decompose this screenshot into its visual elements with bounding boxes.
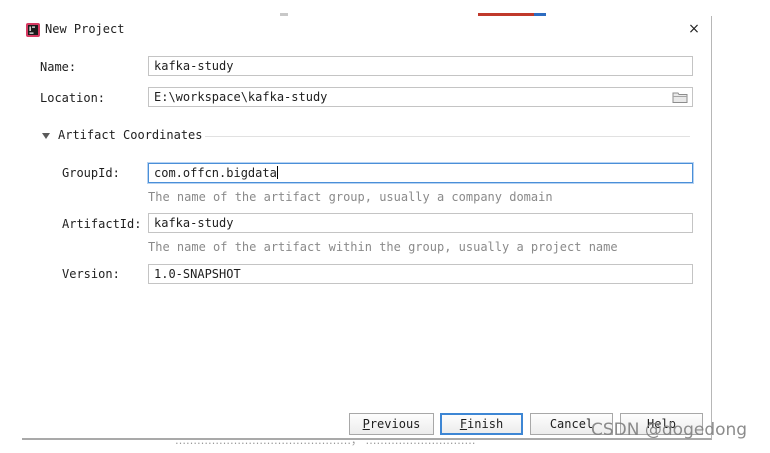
finish-mnemonic: F <box>459 417 468 431</box>
artifactid-input[interactable]: kafka-study <box>148 213 693 233</box>
groupid-input-value: com.offcn.bigdata <box>154 166 277 180</box>
groupid-label: GroupId: <box>62 166 120 180</box>
finish-label: inish <box>467 417 504 431</box>
version-input-value: 1.0-SNAPSHOT <box>154 267 241 281</box>
location-input[interactable]: E:\workspace\kafka-study <box>148 87 693 107</box>
text-caret <box>276 166 278 179</box>
csdn-watermark: CSDN @dogedong <box>591 420 748 440</box>
groupid-hint: The name of the artifact group, usually … <box>148 190 553 204</box>
new-project-dialog: New Project × Name: kafka-study Location… <box>22 16 712 440</box>
location-input-value: E:\workspace\kafka-study <box>154 90 328 104</box>
name-input-value: kafka-study <box>154 59 234 73</box>
previous-label: revious <box>369 417 421 431</box>
name-input[interactable]: kafka-study <box>148 56 693 76</box>
artifactid-input-value: kafka-study <box>154 216 234 230</box>
section-divider <box>205 136 690 137</box>
previous-mnemonic: P <box>362 417 370 431</box>
intellij-idea-icon <box>26 23 40 37</box>
artifact-coordinates-title: Artifact Coordinates <box>58 128 203 142</box>
name-label: Name: <box>40 60 77 74</box>
groupid-input[interactable]: com.offcn.bigdata <box>148 163 693 183</box>
triangle-down-icon <box>42 133 50 139</box>
version-input[interactable]: 1.0-SNAPSHOT <box>148 264 693 284</box>
dialog-titlebar[interactable]: New Project × <box>22 16 711 42</box>
folder-icon[interactable] <box>672 90 688 104</box>
artifactid-label: ArtifactId: <box>62 217 142 231</box>
version-label: Version: <box>62 267 120 281</box>
dialog-title: New Project <box>45 22 125 36</box>
location-label: Location: <box>40 91 106 105</box>
close-icon[interactable]: × <box>685 19 703 39</box>
background-text: …………………………………………， ………………………… <box>175 434 476 447</box>
artifactid-hint: The name of the artifact within the grou… <box>148 240 618 254</box>
